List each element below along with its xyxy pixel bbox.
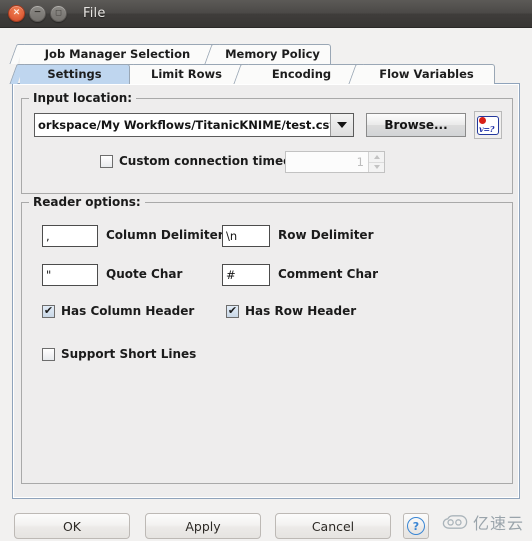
- input-location-group: Input location: orkspace/My Workflows/Ti…: [21, 91, 513, 194]
- apply-button[interactable]: Apply: [145, 513, 261, 539]
- support-short-lines-row[interactable]: Support Short Lines: [42, 347, 196, 361]
- tab-encoding[interactable]: Encoding: [244, 64, 360, 84]
- help-glyph: ?: [412, 519, 420, 533]
- reader-options-title: Reader options:: [29, 195, 145, 209]
- comment-char-value: #: [226, 268, 236, 282]
- ok-button[interactable]: OK: [14, 513, 130, 539]
- comment-char-label: Comment Char: [278, 267, 379, 281]
- has-column-header-checkbox[interactable]: ✔: [42, 303, 55, 318]
- tab-label: Memory Policy: [225, 47, 320, 61]
- minimize-icon[interactable]: −: [29, 5, 46, 22]
- spinner-arrows: [368, 152, 384, 172]
- tab-limit-rows[interactable]: Limit Rows: [129, 64, 245, 84]
- custom-timeout-value: 1: [356, 155, 364, 169]
- chevron-down-icon[interactable]: [330, 114, 353, 136]
- quote-char-value: ": [46, 268, 52, 282]
- minimize-glyph: −: [33, 7, 42, 18]
- close-icon[interactable]: ×: [8, 5, 25, 22]
- red-dot-icon: [479, 116, 486, 124]
- tab-label: Settings: [47, 67, 102, 81]
- tab-label: Flow Variables: [379, 67, 474, 81]
- input-location-value: orkspace/My Workflows/TitanicKNIME/test.…: [38, 118, 330, 132]
- triangle-down-glyph: [373, 165, 380, 170]
- window-title: File: [83, 6, 106, 21]
- tab-settings[interactable]: Settings: [20, 64, 130, 84]
- has-row-header-checkbox[interactable]: ✔: [226, 303, 239, 318]
- reader-options-group: Reader options: , Column Delimiter \n Ro…: [21, 195, 513, 484]
- column-delimiter-input[interactable]: ,: [42, 225, 98, 247]
- tab-row-bottom: Settings Limit Rows Encoding Flow Variab…: [12, 63, 520, 84]
- row-delimiter-input[interactable]: \n: [222, 225, 270, 247]
- custom-timeout-spinner[interactable]: 1: [285, 151, 385, 173]
- window-titlebar: × − □ File: [0, 0, 532, 28]
- has-row-header-label: Has Row Header: [245, 304, 357, 318]
- tab-flow-variables[interactable]: Flow Variables: [359, 64, 495, 84]
- check-glyph: ✔: [43, 303, 54, 317]
- row-delimiter-value: \n: [226, 229, 238, 243]
- triangle-glyph: [337, 122, 347, 128]
- flow-variable-button[interactable]: v=?: [474, 111, 502, 139]
- maximize-icon[interactable]: □: [50, 5, 67, 22]
- close-glyph: ×: [12, 7, 21, 18]
- input-location-title: Input location:: [29, 91, 137, 105]
- tab-label: Limit Rows: [151, 67, 222, 81]
- has-column-header-label: Has Column Header: [61, 304, 195, 318]
- help-button[interactable]: ?: [403, 513, 429, 539]
- custom-timeout-checkbox[interactable]: [100, 154, 113, 168]
- quote-char-input[interactable]: ": [42, 264, 98, 286]
- check-glyph: ✔: [227, 303, 238, 317]
- help-icon: ?: [407, 517, 425, 535]
- maximize-glyph: □: [55, 8, 62, 17]
- support-short-lines-label: Support Short Lines: [61, 347, 197, 361]
- column-delimiter-value: ,: [46, 229, 50, 243]
- support-short-lines-checkbox[interactable]: [42, 347, 55, 361]
- comment-char-input[interactable]: #: [222, 264, 270, 286]
- tab-label: Job Manager Selection: [44, 47, 191, 61]
- window-controls: × − □: [8, 5, 67, 22]
- has-row-header-row[interactable]: ✔ Has Row Header: [226, 304, 356, 318]
- apply-label: Apply: [185, 518, 221, 534]
- tab-row-top: Job Manager Selection Memory Policy: [12, 43, 520, 64]
- watermark: 亿速云: [437, 508, 528, 536]
- tab-job-manager-selection[interactable]: Job Manager Selection: [20, 44, 216, 64]
- spinner-up-icon[interactable]: [369, 152, 384, 163]
- spinner-down-icon[interactable]: [369, 162, 384, 172]
- quote-char-label: Quote Char: [106, 267, 183, 281]
- browse-button[interactable]: Browse...: [366, 113, 466, 137]
- cancel-label: Cancel: [311, 518, 355, 534]
- tab-strip: Job Manager Selection Memory Policy Sett…: [12, 43, 520, 84]
- watermark-text: 亿速云: [472, 514, 524, 533]
- column-delimiter-label: Column Delimiter: [106, 228, 224, 242]
- flow-variable-label: v=?: [479, 123, 495, 134]
- triangle-up-glyph: [373, 154, 380, 159]
- ok-label: OK: [62, 518, 82, 534]
- flow-variable-icon: v=?: [477, 115, 499, 135]
- dialog-body: Job Manager Selection Memory Policy Sett…: [0, 29, 532, 540]
- cloud-icon: [442, 514, 468, 530]
- tab-label: Encoding: [271, 67, 332, 81]
- has-column-header-row[interactable]: ✔ Has Column Header: [42, 304, 194, 318]
- settings-tab-panel: Input location: orkspace/My Workflows/Ti…: [12, 83, 520, 499]
- input-location-combobox[interactable]: orkspace/My Workflows/TitanicKNIME/test.…: [34, 113, 354, 137]
- cancel-button[interactable]: Cancel: [275, 513, 391, 539]
- browse-label: Browse...: [384, 118, 448, 132]
- row-delimiter-label: Row Delimiter: [278, 228, 374, 242]
- tab-memory-policy[interactable]: Memory Policy: [215, 44, 331, 64]
